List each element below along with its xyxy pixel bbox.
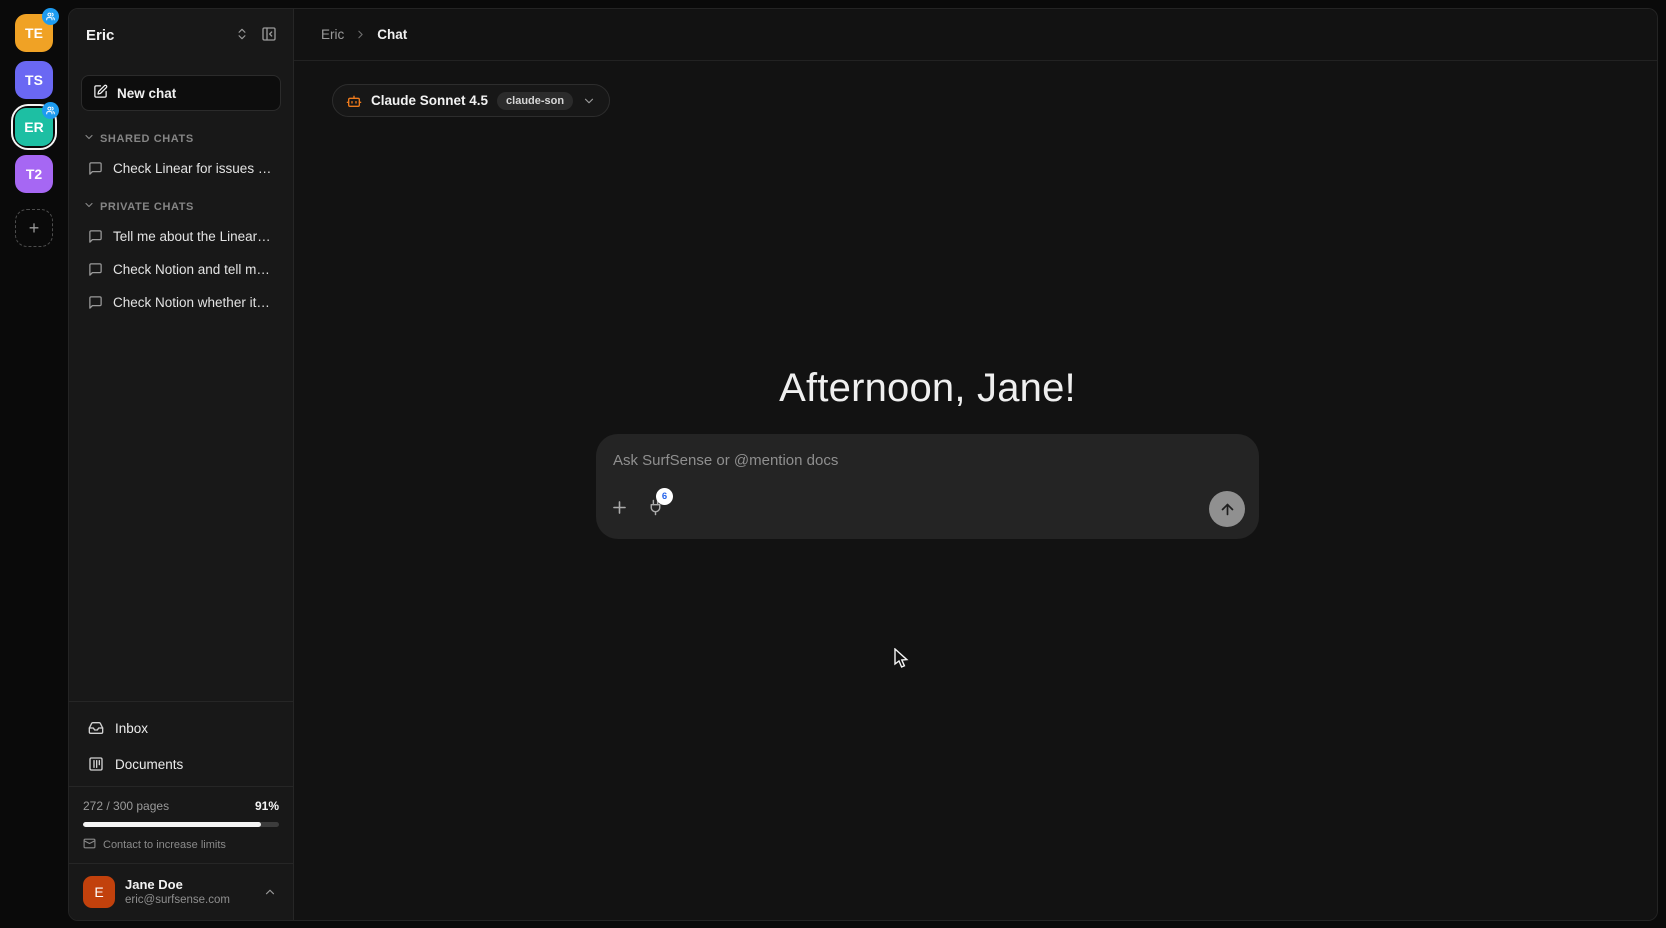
composer: 6 [596, 434, 1259, 539]
shared-users-badge-icon [42, 8, 59, 25]
sidebar-item-documents[interactable]: Documents [69, 746, 293, 782]
tools-count-badge: 6 [656, 488, 673, 505]
square-pen-icon [93, 84, 108, 102]
chat-list-item[interactable]: Check Notion whether it… [69, 286, 293, 319]
user-email: eric@surfsense.com [125, 893, 251, 907]
message-square-icon [88, 295, 103, 310]
chevron-right-icon [354, 28, 367, 41]
panel-left-close-icon [261, 26, 277, 45]
chevron-down-icon [83, 131, 95, 146]
workspace-avatar-ts[interactable]: TS [15, 61, 53, 99]
message-square-icon [88, 161, 103, 176]
workspace-rail: TE TS ER T2 + [0, 0, 68, 928]
chevrons-up-down-icon [235, 27, 249, 44]
main-content: Eric Chat Claude Sonnet 4.5 claude-son [294, 9, 1657, 920]
chat-list-item[interactable]: Check Linear for issues … [69, 152, 293, 185]
bot-icon [346, 93, 362, 109]
workspace-title: Eric [86, 27, 225, 44]
collapse-sidebar-button[interactable] [259, 24, 279, 47]
send-button[interactable] [1209, 491, 1245, 527]
breadcrumb-current: Chat [377, 27, 407, 42]
workspace-avatar-t2[interactable]: T2 [15, 155, 53, 193]
add-workspace-button[interactable]: + [15, 209, 53, 247]
usage-percent-label: 91% [255, 799, 279, 813]
sidebar: Eric New chat [69, 9, 294, 920]
chat-list-item[interactable]: Tell me about the Linear… [69, 220, 293, 253]
model-name: Claude Sonnet 4.5 [371, 93, 488, 108]
plus-icon: + [29, 218, 40, 239]
model-id-badge: claude-son [497, 92, 573, 110]
inbox-icon [88, 720, 104, 736]
sidebar-spacer [69, 319, 293, 701]
attach-button[interactable] [610, 498, 629, 520]
new-chat-label: New chat [117, 86, 176, 101]
chat-column: Afternoon, Jane! 6 [596, 366, 1259, 539]
message-square-icon [88, 262, 103, 277]
avatar: E [83, 876, 115, 908]
usage-progress-track [83, 822, 279, 827]
contact-limits-link[interactable]: Contact to increase limits [83, 837, 279, 853]
usage-panel: 272 / 300 pages 91% Contact to increase … [69, 787, 293, 863]
usage-pages-label: 272 / 300 pages [83, 799, 169, 813]
user-name: Jane Doe [125, 877, 251, 893]
library-icon [88, 756, 104, 772]
mail-icon [83, 837, 96, 853]
arrow-up-icon [1219, 501, 1236, 518]
private-chats-section-header[interactable]: PRIVATE CHATS [69, 185, 293, 220]
app-container: Eric New chat [68, 8, 1658, 921]
greeting-heading: Afternoon, Jane! [596, 366, 1259, 411]
tools-button[interactable]: 6 [647, 499, 664, 519]
usage-progress-fill [83, 822, 261, 827]
workspace-switcher-button[interactable] [233, 25, 251, 46]
new-chat-button[interactable]: New chat [81, 75, 281, 111]
workspace-avatar-er-selected[interactable]: ER [15, 108, 53, 146]
chat-input[interactable] [610, 444, 1245, 477]
plus-icon [610, 498, 629, 520]
app-window: TE TS ER T2 + Eric [0, 0, 1666, 928]
workspace-avatar-te[interactable]: TE [15, 14, 53, 52]
breadcrumb: Eric Chat [294, 9, 1657, 61]
shared-chats-section-header[interactable]: SHARED CHATS [69, 117, 293, 152]
chevron-up-icon [261, 883, 279, 901]
model-selector[interactable]: Claude Sonnet 4.5 claude-son [332, 84, 610, 117]
chevron-down-icon [83, 199, 95, 214]
chat-list-item[interactable]: Check Notion and tell m… [69, 253, 293, 286]
sidebar-item-inbox[interactable]: Inbox [69, 710, 293, 746]
breadcrumb-parent[interactable]: Eric [321, 27, 344, 42]
sidebar-header: Eric [69, 9, 293, 61]
shared-users-badge-icon [42, 102, 59, 119]
message-square-icon [88, 229, 103, 244]
chevron-down-icon [582, 94, 596, 108]
user-menu[interactable]: E Jane Doe eric@surfsense.com [69, 864, 293, 920]
